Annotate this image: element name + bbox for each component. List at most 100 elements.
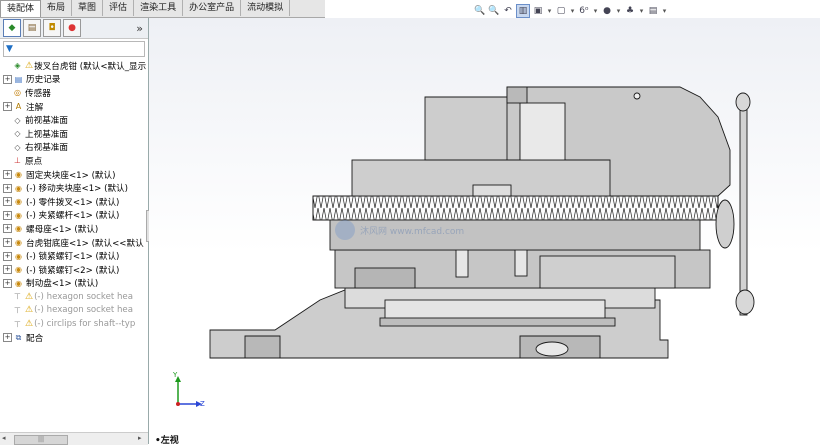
jaw-pin [633,92,641,100]
expand-icon[interactable]: + [3,74,12,84]
tree-item[interactable]: + ▤ 历史记录 [0,73,148,87]
dropdown-arrow-icon[interactable]: ▾ [638,7,645,15]
apply-scene-icon[interactable]: ♣ [624,5,636,17]
command-manager-tabs: 装配体 布局 草图 评估 渲染工具 办公室产品 流动模拟 [0,0,325,18]
configuration-manager-tab[interactable]: ◘ [43,19,61,37]
disc-groove [379,317,616,327]
tree-item[interactable]: ◎ 传感器 [0,86,148,100]
origin-icon: ⊥ [14,156,21,166]
tab-4[interactable]: 渲染工具 [134,0,184,16]
tab-2[interactable]: 草图 [72,0,104,16]
part-icon: ◉ [15,197,22,207]
tree-item-label: 历史记录 [26,75,61,86]
dropdown-arrow-icon[interactable]: ▾ [615,7,622,15]
part-icon: ◉ [15,265,22,275]
property-manager-tab[interactable]: ▤ [23,19,41,37]
coordinate-triad: Y Z [172,371,205,408]
tree-item[interactable]: ◈ ⚠ 拨叉台虎钳 (默认<默认_显示 [0,59,148,73]
scroll-right-icon[interactable]: ▸ [138,434,142,442]
warning-icon: ⚠ [25,305,34,316]
tree-item[interactable]: + ⧉ 配合 [0,331,148,345]
tree-item[interactable]: + A 注解 [0,100,148,114]
previous-view-icon[interactable]: ↶ [502,5,514,17]
tree-item[interactable]: + ◉ 台虎钳底座<1> (默认<<默认 [0,236,148,250]
slide-lower-right [539,255,676,289]
tree-item[interactable]: + ◉ (-) 零件拨叉<1> (默认) [0,195,148,209]
scroll-left-icon[interactable]: ◂ [2,434,6,442]
tree-item[interactable]: + ◉ (-) 移动夹块座<1> (默认) [0,181,148,195]
tab-1[interactable]: 布局 [41,0,73,16]
tab-6[interactable]: 流动模拟 [241,0,291,16]
tree-item[interactable]: ⊤ ⚠ (-) hexagon socket hea [0,304,148,318]
feature-tree-icon: ◆ [8,23,16,33]
dropdown-arrow-icon[interactable]: ▾ [661,7,668,15]
dropdown-arrow-icon[interactable]: ▾ [546,7,553,15]
expand-icon[interactable]: + [3,278,12,288]
graphics-viewport[interactable]: 沐风网 www.mfcad.com Y Z [149,18,820,444]
tree-item-label: (-) 移动夹块座<1> (默认) [26,184,129,195]
expand-icon[interactable]: + [3,265,12,275]
tree-item-label: 原点 [25,156,43,167]
section-view-icon[interactable]: ▥ [516,4,530,18]
dropdown-arrow-icon[interactable]: ▾ [569,7,576,15]
expand-icon[interactable]: + [3,210,12,220]
tree-item[interactable]: ⊤ ⚠ (-) hexagon socket hea [0,290,148,304]
screw-handle-rod [739,94,748,316]
display-style-icon[interactable]: ▢ [555,5,567,17]
expand-icon[interactable]: + [3,102,12,112]
tree-item-label: 传感器 [25,88,51,99]
toolbox-part-icon: ⊤ [14,305,21,315]
toolbox-part-icon: ⊤ [14,319,21,329]
part-icon: ◉ [15,170,22,180]
expand-icon[interactable]: + [3,183,12,193]
expand-icon[interactable]: + [3,224,12,234]
view-orientation-label: •左视 [155,436,179,446]
history-icon: ▤ [14,74,23,84]
tree-item[interactable]: ◇ 上视基准面 [0,127,148,141]
expand-icon[interactable]: + [3,333,12,343]
watermark-logo-icon [335,220,355,240]
expand-panel-icon[interactable]: » [136,22,143,35]
expand-icon[interactable]: + [3,197,12,207]
expand-icon[interactable]: + [3,170,12,180]
tree-item[interactable]: + ◉ 螺母座<1> (默认) [0,222,148,236]
view-orientation-icon[interactable]: ▣ [532,5,544,17]
handle-hub [715,199,735,249]
tree-item-label: (-) circlips for shaft--typ [34,319,136,330]
tab-5[interactable]: 办公室产品 [183,0,242,16]
tree-filter[interactable]: ▼ [3,41,145,57]
tree-item[interactable]: ◇ 右视基准面 [0,141,148,155]
jaw-top-plate [506,86,528,104]
tree-item-label: 注解 [26,102,44,113]
zoom-to-fit-icon[interactable]: 🔍 [474,5,486,17]
tree-item[interactable]: ◇ 前视基准面 [0,113,148,127]
hide-show-items-icon[interactable]: 6ᵒ [578,5,590,17]
display-manager-tab[interactable]: ● [63,19,81,37]
tree-item[interactable]: + ◉ (-) 锁紧螺钉<1> (默认) [0,249,148,263]
feature-manager-tab[interactable]: ◆ [3,19,21,37]
edit-appearance-icon[interactable]: ● [601,5,613,17]
plane-icon: ◇ [14,115,21,125]
tree-item[interactable]: ⊤ ⚠ (-) circlips for shaft--typ [0,317,148,331]
handle-knob-top [735,92,751,112]
tree-item[interactable]: + ◉ 固定夹块座<1> (默认) [0,168,148,182]
tree-item-label: 螺母座<1> (默认) [26,224,99,235]
tree-item-label: 台虎钳底座<1> (默认<<默认 [26,238,144,249]
triad-z-label: Z [200,400,205,408]
tree-item[interactable]: ⊥ 原点 [0,154,148,168]
view-settings-icon[interactable]: ▤ [647,5,659,17]
tree-item[interactable]: + ◉ (-) 夹紧螺杆<1> (默认) [0,209,148,223]
slide-lower-left [354,267,416,289]
configuration-icon: ◘ [48,23,56,33]
tree-horizontal-scrollbar[interactable]: ◂ ||| ▸ [0,432,148,445]
tree-item[interactable]: + ◉ 制动盘<1> (默认) [0,277,148,291]
dropdown-arrow-icon[interactable]: ▾ [592,7,599,15]
tab-3[interactable]: 评估 [103,0,135,16]
warning-icon: ⚠ [25,60,34,71]
tab-0[interactable]: 装配体 [0,0,42,17]
zoom-area-icon[interactable]: 🔍 [488,5,500,17]
tree-item[interactable]: + ◉ (-) 锁紧螺钉<2> (默认) [0,263,148,277]
expand-icon[interactable]: + [3,238,12,248]
mates-icon: ⧉ [15,332,22,342]
expand-icon[interactable]: + [3,251,12,261]
